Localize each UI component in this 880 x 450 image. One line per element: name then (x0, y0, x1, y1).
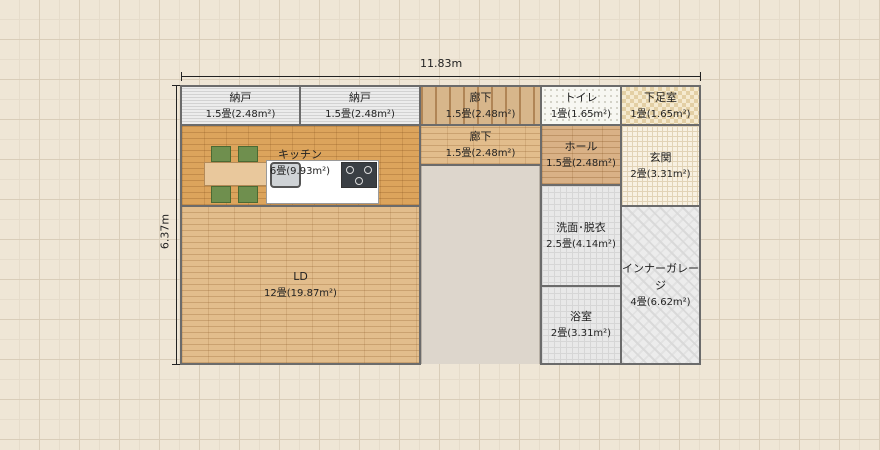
width-dimension-line (181, 76, 701, 77)
room-size: 2畳(3.31m²) (550, 328, 612, 339)
burner-icon (355, 177, 363, 185)
room-size: 1.5畳(2.48m²) (205, 109, 276, 120)
chair-icon (211, 186, 231, 203)
room-size: 1畳(1.65m²) (630, 109, 691, 120)
room-name: 浴室 (570, 310, 592, 323)
room-senmen-datsui[interactable]: 洗面･脱衣 2.5畳(4.14m²) (540, 184, 622, 287)
room-toilet[interactable]: トイレ 1畳(1.65m²) (540, 85, 622, 126)
room-name: 下足室 (644, 91, 677, 104)
room-size: 6畳(9.93m²) (269, 166, 331, 177)
chair-icon (238, 186, 258, 203)
width-dimension-tick-right (700, 72, 701, 81)
room-name: 納戸 (229, 91, 252, 104)
room-rouka-stairs[interactable]: 廊下 1.5畳(2.48m²) (419, 85, 542, 126)
room-name: LD (293, 270, 308, 283)
kitchen-label: キッチン 6畳(9.93m²) (250, 146, 350, 180)
room-hall[interactable]: ホール 1.5畳(2.48m²) (540, 124, 622, 186)
room-size: 1.5畳(2.48m²) (325, 109, 395, 120)
room-size: 2.5畳(4.14m²) (546, 238, 616, 250)
room-name: 納戸 (349, 91, 371, 104)
room-rouka-2[interactable]: 廊下 1.5畳(2.48m²) (419, 124, 542, 166)
burner-icon (364, 166, 372, 174)
height-dimension-label: 6.37m (158, 213, 172, 250)
height-dimension-line (176, 85, 177, 365)
width-dimension-label: 11.83m (420, 57, 463, 70)
room-yokushitsu[interactable]: 浴室 2畳(3.31m²) (540, 285, 622, 365)
room-name: 洗面･脱衣 (556, 220, 606, 234)
room-shitasoku[interactable]: 下足室 1畳(1.65m²) (620, 85, 701, 126)
room-size: 1.5畳(2.48m²) (445, 109, 516, 120)
room-name: インナーガレージ (622, 261, 699, 292)
room-ld[interactable]: LD 12畳(19.87m²) (180, 205, 421, 365)
room-nando-2[interactable]: 納戸 1.5畳(2.48m²) (299, 85, 421, 126)
open-floor-area (421, 166, 540, 364)
room-nando-1[interactable]: 納戸 1.5畳(2.48m²) (180, 85, 301, 126)
width-dimension-tick-left (181, 72, 182, 81)
room-size: 1.5畳(2.48m²) (445, 148, 516, 159)
room-name: ホール (564, 140, 598, 153)
room-inner-garage[interactable]: インナーガレージ 4畳(6.62m²) (620, 205, 701, 365)
chair-icon (211, 146, 231, 162)
room-size: 4畳(6.62m²) (630, 296, 691, 308)
room-name: 廊下 (469, 130, 492, 143)
room-genkan[interactable]: 玄関 2畳(3.31m²) (620, 124, 701, 207)
room-size: 2畳(3.31m²) (630, 168, 691, 180)
room-name: トイレ (564, 91, 598, 104)
room-name: 廊下 (469, 91, 492, 104)
room-name: キッチン (278, 148, 322, 161)
room-size: 1畳(1.65m²) (550, 109, 612, 120)
room-size: 1.5畳(2.48m²) (546, 158, 616, 169)
room-name: 玄関 (649, 150, 672, 164)
room-size: 12畳(19.87m²) (264, 288, 337, 299)
